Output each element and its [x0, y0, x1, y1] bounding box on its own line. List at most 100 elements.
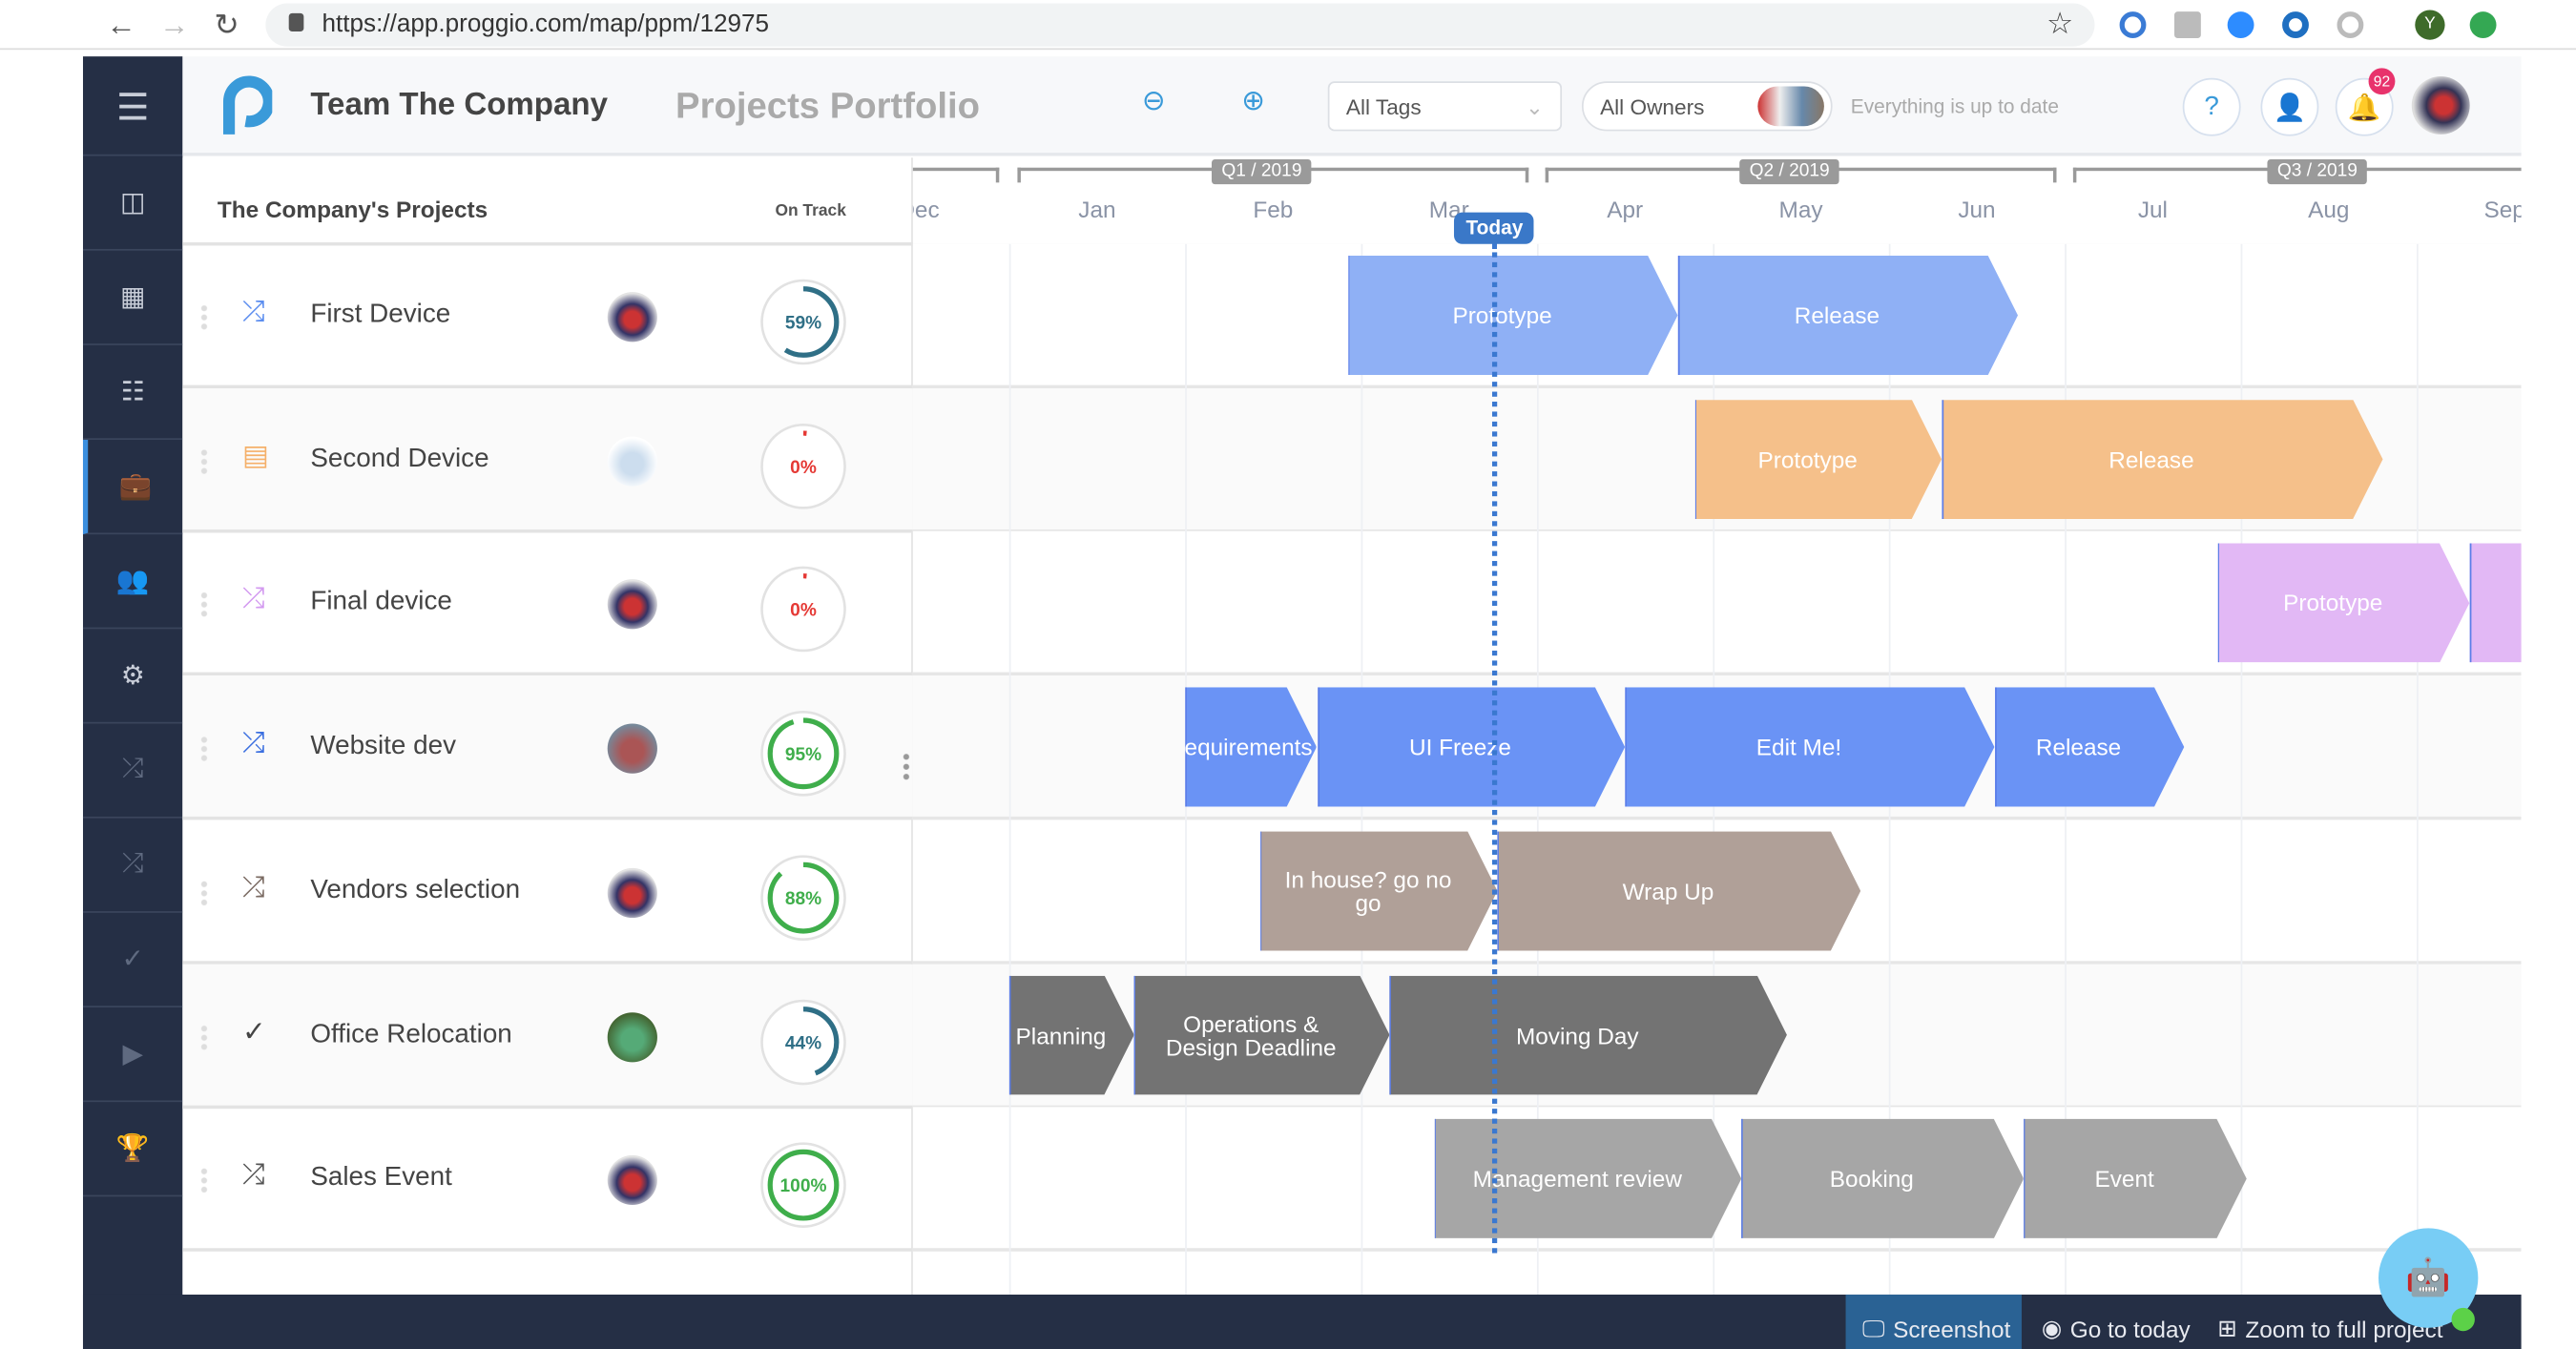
sidebar-item-briefcase[interactable]: 💼 [82, 440, 183, 535]
back-icon[interactable]: ← [106, 9, 135, 44]
project-row[interactable]: ⤮ Final device 0% [182, 531, 913, 676]
user-avatar[interactable] [2411, 76, 2470, 135]
phase-bar[interactable]: Release [1994, 687, 2184, 806]
reload-icon[interactable]: ↻ [214, 9, 239, 44]
chevron-down-icon: ⌄ [1525, 94, 1544, 120]
drag-handle[interactable] [198, 303, 210, 331]
owner-avatar[interactable] [607, 579, 657, 631]
zoom-in-icon[interactable]: ⊕ [1241, 85, 1265, 118]
team-name[interactable]: Team The Company [310, 88, 608, 124]
tags-select[interactable]: All Tags ⌄ [1327, 81, 1563, 132]
screenshot-button[interactable]: 🖵 Screenshot [1845, 1294, 2022, 1349]
quarter-label: Q3 / 2019 [2267, 159, 2368, 185]
update-icon[interactable] [2469, 11, 2497, 39]
project-row[interactable]: ⤮ Sales Event 100% [182, 1108, 913, 1253]
progress-ring: 0% [760, 423, 846, 509]
project-name[interactable]: First Device [310, 301, 450, 330]
project-name[interactable]: Second Device [310, 445, 488, 474]
trophy-icon: 🏆 [115, 1134, 150, 1164]
drive-extension-icon[interactable] [2174, 11, 2201, 39]
block-extension-icon[interactable] [2119, 11, 2147, 39]
drag-handle[interactable] [198, 447, 210, 475]
project-name[interactable]: Vendors selection [310, 876, 520, 905]
go-today-label: Go to today [2069, 1315, 2191, 1342]
phase-bar[interactable]: Release [1942, 400, 2382, 519]
month-label: Aug [2308, 196, 2350, 223]
drag-handle[interactable] [198, 879, 210, 906]
on-track-header: On Track [775, 202, 846, 221]
owner-avatar[interactable] [607, 292, 657, 342]
owner-avatar[interactable] [607, 867, 657, 918]
month-label: Sep [2483, 196, 2522, 223]
list-icon: ☷ [120, 378, 145, 407]
robot-icon: 🤖 [2405, 1256, 2452, 1298]
phase-bar[interactable]: UI Freeze [1317, 687, 1625, 806]
project-row[interactable]: ⤮ Website dev 95% [182, 675, 913, 820]
project-name[interactable]: Website dev [310, 732, 456, 761]
project-name[interactable]: Final device [310, 589, 452, 618]
profile-avatar[interactable]: Y [2415, 10, 2445, 40]
go-to-today-button[interactable]: ◉ Go to today [2025, 1295, 2207, 1349]
add-user-button[interactable]: 👤 [2260, 77, 2319, 136]
browser-toolbar: ← → ↻ https://app.proggio.com/map/ppm/12… [0, 0, 2576, 51]
phase-bar[interactable]: Event [2024, 1119, 2247, 1238]
drag-handle[interactable] [198, 1167, 210, 1194]
proggio-logo [222, 75, 273, 135]
zoom-extension-icon[interactable] [2227, 11, 2254, 39]
phase-bar[interactable]: Prototype [2218, 544, 2470, 663]
phase-bar[interactable]: Management review [1435, 1119, 1741, 1238]
project-row[interactable]: ⤮ Vendors selection 88% [182, 820, 913, 965]
project-name[interactable]: Sales Event [310, 1164, 452, 1193]
panel-resize-handle[interactable] [901, 752, 912, 782]
sidebar-item-shuffle[interactable]: ⤮ [82, 819, 183, 913]
owner-avatar[interactable] [607, 435, 657, 487]
owners-select[interactable]: All Owners [1581, 81, 1833, 132]
today-marker[interactable]: Today [1454, 212, 1535, 244]
today-line [1492, 243, 1498, 1254]
drag-handle[interactable] [198, 1023, 210, 1050]
sidebar-item-users[interactable]: 👥 [82, 534, 183, 630]
zoom-out-icon[interactable]: ⊖ [1142, 85, 1166, 118]
phase-bar[interactable]: Booking [1741, 1119, 2024, 1238]
sidebar-item-gears[interactable]: ⚙ [82, 629, 183, 724]
drag-handle[interactable] [198, 735, 210, 762]
grid-icon: ▦ [120, 283, 146, 313]
extension-icon[interactable] [2282, 11, 2309, 39]
sidebar-item-menu[interactable]: ☰ [82, 61, 183, 156]
sidebar-item-grid[interactable]: ▦ [82, 251, 183, 345]
phase-bar[interactable]: Operations & Design Deadline [1134, 975, 1390, 1094]
phase-bar[interactable]: Wrap Up [1497, 831, 1860, 950]
phase-bar[interactable]: Prototype [1695, 400, 1942, 519]
app-header: Team The Company Projects Portfolio ⊖ ⊕ … [182, 56, 2522, 156]
phase-bar[interactable]: Edit Me! [1625, 687, 1994, 806]
url-text[interactable]: https://app.proggio.com/map/ppm/12975 [322, 10, 770, 38]
phase-bar[interactable]: Moving Day [1389, 975, 1787, 1094]
owner-avatar[interactable] [607, 1155, 657, 1206]
month-label: May [1778, 196, 1823, 223]
owner-avatar[interactable] [607, 1011, 657, 1062]
page-title: Projects Portfolio [675, 84, 981, 127]
phase-bar[interactable]: Prototype [1348, 256, 1677, 375]
project-name[interactable]: Office Relocation [310, 1020, 511, 1049]
star-icon[interactable]: ☆ [2046, 7, 2073, 42]
help-button[interactable]: ? [2182, 77, 2241, 136]
phase-bar[interactable] [2469, 544, 2521, 663]
project-row[interactable]: ⤮ First Device 59% [182, 244, 913, 389]
phase-bar[interactable]: In house? go no go [1260, 831, 1497, 950]
sidebar-item-check[interactable]: ✓ [82, 913, 183, 1007]
forward-icon[interactable]: → [159, 9, 189, 44]
extension-icon[interactable] [2337, 11, 2364, 39]
sidebar-item-trophy[interactable]: 🏆 [82, 1102, 183, 1197]
timeline[interactable]: DecJanFebMarAprMayJunJulAugSepQ1 / 2019Q… [912, 157, 2522, 1295]
sidebar-item-columns[interactable]: ◫ [82, 156, 183, 251]
sidebar-item-list[interactable]: ☷ [82, 345, 183, 441]
calendar-icon: ▤ [241, 439, 269, 471]
owner-avatar[interactable] [607, 723, 657, 774]
gears-icon: ⚙ [120, 662, 145, 691]
drag-handle[interactable] [198, 591, 210, 618]
sidebar-item-shuffle[interactable]: ⤮ [82, 724, 183, 819]
sidebar-item-video[interactable]: ▶ [82, 1007, 183, 1103]
phase-bar[interactable]: Release [1677, 256, 2018, 375]
project-row[interactable]: ✓ Office Relocation 44% [182, 963, 913, 1109]
project-row[interactable]: ▤ Second Device 0% [182, 387, 913, 532]
